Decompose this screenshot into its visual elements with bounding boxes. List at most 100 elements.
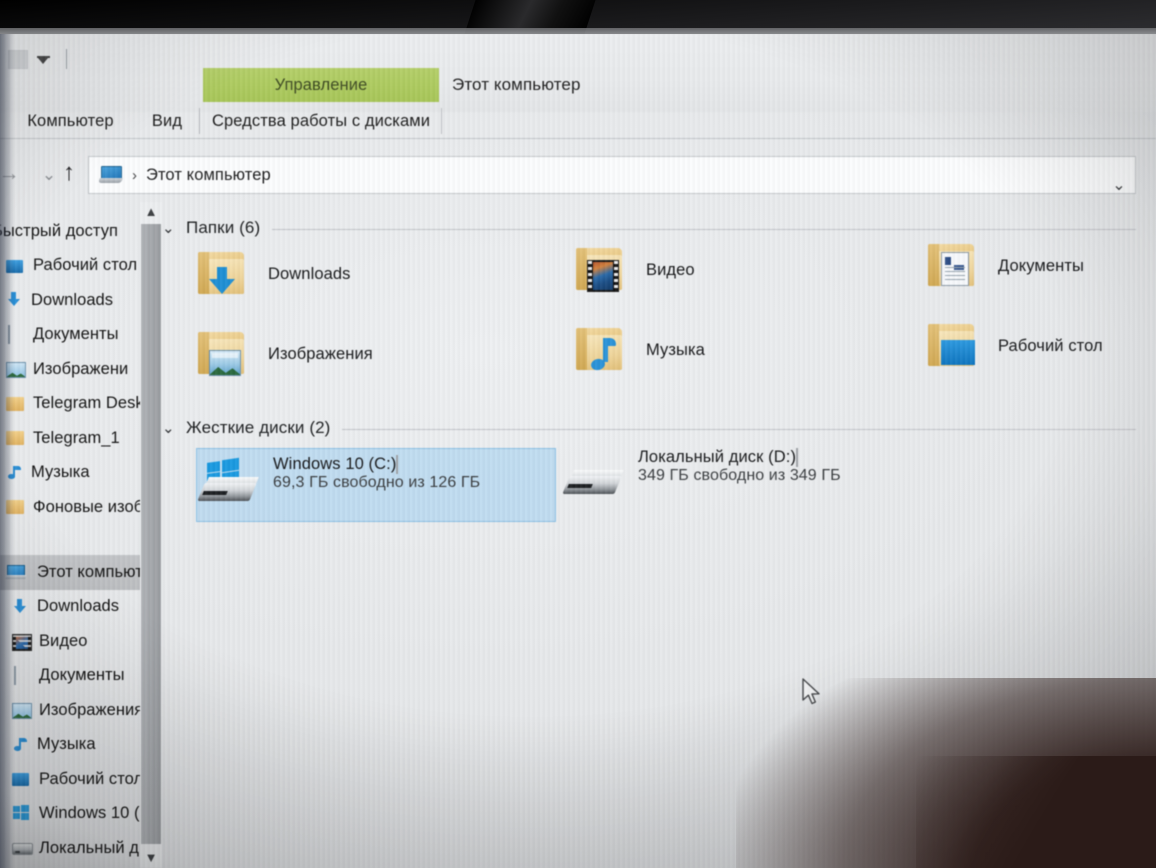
camera-photo-of-screen: Управление Этот компьютер Компьютер Вид … [0, 0, 1156, 868]
tab-drive-tools[interactable]: Средства работы с дисками [203, 102, 439, 140]
folder-item-music[interactable]: Музыка [570, 322, 705, 378]
folder-item-desktop[interactable]: Рабочий стол [922, 318, 1103, 374]
sidebar-item-label: Музыка [31, 463, 90, 482]
sidebar-item-pc-downloads[interactable]: Downloads [0, 590, 140, 625]
address-bar: → ⌄ ↑ › Этот компьютер ⌄ [0, 146, 1156, 202]
chevron-down-icon[interactable]: ▼ [140, 848, 162, 868]
pictures-icon [6, 360, 26, 379]
drive-item-windows-c[interactable]: Windows 10 (C:) 69,3 ГБ свободно из 126 … [196, 448, 556, 522]
folder-item-downloads[interactable]: Downloads [192, 246, 351, 302]
hdd-icon [562, 450, 628, 506]
folder-item-label: Музыка [646, 340, 705, 359]
sidebar-item-this-pc[interactable]: Этот компьютер [0, 555, 140, 590]
sidebar-item-label: Этот компьютер [37, 562, 140, 581]
quick-access-toolbar[interactable] [8, 46, 148, 72]
address-expand-chevron-down-icon[interactable]: ⌄ [1105, 175, 1133, 197]
sidebar-item-label: Downloads [37, 597, 120, 616]
chevron-up-icon[interactable]: ▲ [140, 202, 162, 222]
folder-item-label: Downloads [268, 264, 351, 283]
folder-item-documents[interactable]: Документы [922, 238, 1084, 294]
folder-item-label: Видео [646, 260, 695, 279]
customize-caret-icon[interactable] [38, 58, 48, 64]
tab-computer[interactable]: Компьютер [18, 102, 123, 140]
sidebar-item-drive-c[interactable]: Windows 10 (C:) [0, 797, 140, 832]
contextual-tab-label: Управление [274, 75, 368, 94]
sidebar-item-pc-videos[interactable]: Видео [0, 624, 140, 659]
drive-item-local-d[interactable]: Локальный диск (D:) 349 ГБ свободно из 3… [562, 442, 922, 516]
sidebar-item-drive-d[interactable]: Локальный диск [0, 831, 140, 866]
sidebar-item-desktop[interactable]: Рабочий стол [0, 249, 140, 284]
folder-item-videos[interactable]: Видео [570, 242, 695, 298]
sidebar-item-telegram-desktop[interactable]: Telegram Desktc [0, 387, 140, 422]
arrow-right-icon[interactable]: → [0, 162, 24, 186]
drive-free-space-label: 349 ГБ свободно из 349 ГБ [638, 467, 841, 484]
windows-drive-icon [12, 805, 32, 822]
sidebar-item-telegram-1[interactable]: Telegram_1 [0, 421, 140, 456]
window-title: Этот компьютер [452, 75, 581, 94]
folder-music-icon [570, 322, 632, 378]
sidebar-item-pc-pictures[interactable]: Изображения [0, 693, 140, 728]
sidebar-item-label: Downloads [31, 290, 114, 309]
pictures-icon [12, 701, 32, 720]
breadcrumb-this-pc[interactable]: Этот компьютер [146, 166, 271, 185]
tab-divider [441, 108, 442, 134]
folder-icon [8, 49, 28, 69]
sidebar-item-pc-desktop[interactable]: Рабочий стол [0, 762, 140, 797]
group-header-label: Жесткие диски (2) [186, 418, 331, 437]
chevron-down-icon[interactable]: ⌄ [162, 419, 186, 437]
tab-divider [199, 108, 200, 134]
downloads-icon [6, 291, 24, 309]
sidebar-item-label: Windows 10 (C:) [39, 804, 140, 823]
sidebar-item-downloads[interactable]: Downloads [0, 283, 140, 318]
toolbar-divider [66, 49, 67, 69]
sidebar-item-pc-documents[interactable]: Документы [0, 659, 140, 694]
sidebar-item-pictures[interactable]: Изображени [0, 352, 140, 387]
sidebar-item-documents[interactable]: Документы [0, 318, 140, 353]
address-field[interactable]: › Этот компьютер ⌄ [88, 156, 1136, 194]
tab-view-label: Вид [151, 111, 183, 130]
sidebar-item-label: Рабочий стол [39, 769, 140, 788]
drive-usage-bar [796, 448, 799, 467]
folder-icon [6, 429, 26, 447]
hdd-icon [12, 839, 33, 857]
desktop-icon [12, 770, 32, 788]
scrollbar-thumb[interactable] [141, 224, 161, 844]
group-divider [272, 228, 1136, 230]
folder-documents-icon [922, 238, 984, 294]
sidebar-item-label: Музыка [37, 735, 96, 754]
explorer-window: Управление Этот компьютер Компьютер Вид … [0, 34, 1156, 868]
ribbon-bottom-border [0, 138, 1156, 139]
tab-view[interactable]: Вид [142, 102, 192, 140]
sidebar-item-wallpapers[interactable]: Фоновые изобр [0, 490, 140, 525]
folder-pictures-icon [192, 326, 254, 382]
sidebar-item-pc-music[interactable]: Музыка [0, 728, 140, 763]
sidebar-item-label: Изображения [39, 700, 140, 719]
sidebar-item-label: Фоновые изобр [33, 497, 140, 516]
breadcrumb-separator: › [132, 166, 137, 184]
sidebar-item-label: Документы [33, 325, 119, 344]
drive-free-space-label: 69,3 ГБ свободно из 126 ГБ [273, 474, 481, 491]
folder-item-label: Рабочий стол [998, 336, 1103, 355]
navigation-pane-scrollbar[interactable]: ▲ ▼ [140, 202, 162, 868]
folder-item-label: Изображения [268, 344, 373, 363]
documents-icon [6, 324, 26, 344]
arrow-up-icon[interactable]: ↑ [56, 158, 82, 188]
this-pc-icon [98, 165, 123, 185]
chevron-down-icon[interactable]: ⌄ [162, 219, 186, 237]
group-header-drives[interactable]: ⌄ Жесткие диски (2) [162, 418, 1136, 438]
nav-group-quick-access[interactable]: Быстрый доступ [0, 214, 140, 249]
group-header-folders[interactable]: ⌄ Папки (6) [162, 218, 1136, 238]
folder-icon [6, 395, 26, 413]
nav-quick-access-label: Быстрый доступ [0, 221, 119, 240]
this-pc-icon [5, 564, 27, 581]
group-divider [342, 428, 1136, 430]
folder-icon [6, 498, 26, 516]
sidebar-item-label: Изображени [33, 359, 129, 378]
tab-computer-label: Компьютер [27, 111, 114, 130]
video-icon [12, 632, 32, 652]
sidebar-item-music[interactable]: Музыка [0, 456, 140, 491]
drive-name-label: Локальный диск (D:) [638, 448, 797, 466]
folder-item-pictures[interactable]: Изображения [192, 326, 373, 382]
navigation-pane: Быстрый доступ Рабочий стол Downloads До… [0, 202, 140, 868]
contextual-tab-manage[interactable]: Управление [203, 68, 439, 102]
